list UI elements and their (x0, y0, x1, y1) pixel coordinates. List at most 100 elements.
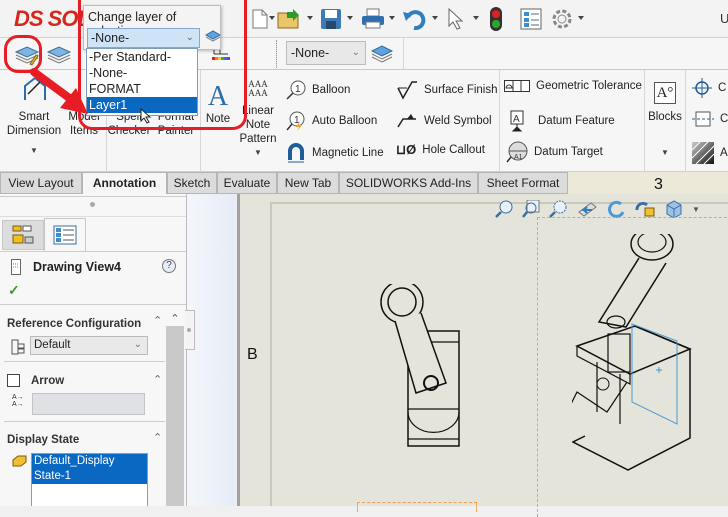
hide-show-items-icon[interactable] (634, 200, 656, 218)
file-properties-icon[interactable] (519, 6, 543, 32)
panel-title: Drawing View4 (33, 260, 121, 274)
arrow-label-icon: A→ A→ (12, 394, 24, 408)
hole-callout-label: Hole Callout (422, 144, 485, 156)
print-icon[interactable] (360, 6, 386, 32)
arrow-checkbox[interactable] (7, 374, 20, 387)
reference-configuration-select[interactable]: Default ⌄ (30, 336, 148, 355)
open-icon[interactable] (276, 6, 304, 32)
layer-select[interactable]: -None- ⌄ (286, 41, 366, 65)
datum-feature-icon: A (510, 110, 524, 132)
tab-new-tab[interactable]: New Tab (277, 172, 339, 194)
balloon-button[interactable]: 1 Balloon (286, 80, 350, 100)
smart-dimension-caret[interactable]: ▼ (4, 144, 64, 158)
feature-manager-tab[interactable] (2, 220, 44, 250)
open-dropdown-caret[interactable] (307, 16, 313, 20)
tab-sheet-format[interactable]: Sheet Format (478, 172, 568, 194)
splitter-handle[interactable] (185, 310, 195, 350)
panel-splitter[interactable] (185, 194, 236, 506)
section-reference-configuration: Reference Configuration (7, 318, 142, 330)
surface-finish-button[interactable]: Surface Finish (396, 80, 498, 100)
datum-feature-label: Datum Feature (538, 115, 615, 127)
help-icon[interactable]: ? (162, 259, 176, 273)
print-dropdown-caret[interactable] (389, 16, 395, 20)
layer-select-value: -None- (291, 46, 330, 60)
zoom-to-fit-icon[interactable] (495, 200, 513, 218)
collapse-arrow-icon[interactable]: ⌃ (153, 373, 162, 386)
ref-config-value: Default (34, 339, 71, 351)
save-dropdown-caret[interactable] (347, 16, 353, 20)
balloon-label: Balloon (312, 84, 351, 96)
weld-symbol-button[interactable]: Weld Symbol (396, 111, 492, 131)
select-dropdown-caret[interactable] (473, 16, 479, 20)
rebuild-traffic-light-icon[interactable] (488, 6, 504, 32)
collapse-ref-config-icon[interactable]: ⌃ (153, 314, 162, 327)
hole-callout-button[interactable]: ⊔Ø Hole Callout (396, 142, 485, 158)
rotate-view-icon[interactable] (607, 200, 625, 218)
tab-view-layout[interactable]: View Layout (0, 172, 82, 194)
zoom-to-selection-icon[interactable] (549, 200, 567, 218)
zoom-to-area-icon[interactable] (522, 200, 540, 218)
display-style-caret[interactable]: ▼ (692, 205, 700, 214)
layer-properties-icon[interactable] (46, 44, 72, 69)
panel-grip[interactable] (90, 202, 95, 207)
datum-feature-button[interactable]: A Datum Feature (508, 110, 615, 132)
geometric-tolerance-icon (504, 80, 530, 92)
tab-evaluate[interactable]: Evaluate (217, 172, 277, 194)
centerline-label: C (720, 113, 728, 125)
new-dropdown-caret[interactable] (269, 16, 275, 20)
display-state-list[interactable]: Default_Display State-1 (31, 453, 148, 506)
centerline-button[interactable]: C (692, 110, 728, 128)
blocks-button[interactable]: A° Blocks ▼ (647, 82, 683, 160)
tab-sketch[interactable]: Sketch (167, 172, 217, 194)
previous-view-icon[interactable] (576, 200, 598, 218)
datum-target-icon: A1 (506, 141, 528, 163)
display-style-icon[interactable] (665, 200, 683, 218)
tab-solidworks-add-ins[interactable]: SOLIDWORKS Add-Ins (339, 172, 478, 194)
center-mark-button[interactable]: C (692, 78, 726, 98)
datum-target-button[interactable]: A1 Datum Target (506, 141, 603, 163)
ok-checkmark-icon[interactable]: ✓ (8, 282, 20, 299)
blocks-label: Blocks (648, 111, 682, 123)
geometric-tolerance-button[interactable]: Geometric Tolerance (504, 80, 642, 92)
blocks-caret[interactable]: ▼ (647, 146, 683, 160)
display-state-icon (12, 454, 28, 471)
balloon-icon: 1 (286, 80, 306, 100)
layer-manager-icon[interactable] (370, 44, 394, 67)
undo-icon[interactable] (401, 6, 427, 32)
display-state-item[interactable]: Default_Display State-1 (32, 454, 147, 484)
centerline-icon (692, 111, 714, 127)
section-display-state: Display State (7, 434, 80, 446)
magnetic-line-label: Magnetic Line (312, 147, 384, 159)
tab-annotation[interactable]: Annotation (82, 172, 167, 194)
area-hatch-button[interactable]: A (692, 142, 728, 164)
magnetic-line-button[interactable]: Magnetic Line (286, 142, 384, 164)
heads-up-view-toolbar: ▼ (495, 200, 700, 218)
select-icon[interactable] (446, 6, 466, 32)
area-hatch-label: A (720, 147, 728, 159)
arrow-label-field[interactable] (32, 393, 145, 415)
drawing-view-boundary[interactable] (357, 502, 477, 512)
undo-dropdown-caret[interactable] (432, 16, 438, 20)
svg-text:1: 1 (295, 84, 301, 95)
front-view-drawing[interactable] (377, 284, 477, 454)
panel-scrollbar[interactable] (166, 312, 184, 506)
svg-text:A: A (513, 114, 520, 125)
linear-note-pattern-caret[interactable]: ▼ (236, 146, 280, 160)
drawing-view-icon (11, 259, 21, 278)
zone-label-row: B (247, 346, 258, 363)
center-mark-label: C (718, 82, 727, 94)
command-manager-tabs: View Layout Annotation Sketch Evaluate N… (0, 172, 728, 194)
chevron-down-icon: ⌄ (133, 339, 142, 350)
drawing-sheet[interactable]: B 3 ▼ (237, 176, 728, 517)
options-dropdown-caret[interactable] (578, 16, 584, 20)
options-gear-icon[interactable] (549, 6, 575, 32)
isometric-view-drawing[interactable] (572, 234, 728, 474)
blocks-icon: A° (654, 82, 676, 104)
new-document-icon[interactable] (250, 6, 270, 32)
property-manager-tab[interactable] (44, 218, 86, 252)
surface-finish-label: Surface Finish (424, 84, 498, 96)
scroll-up-icon[interactable]: ⌃ (166, 312, 184, 326)
collapse-display-state-icon[interactable]: ⌃ (153, 431, 162, 444)
auto-balloon-button[interactable]: 1 Auto Balloon (286, 111, 377, 131)
save-icon[interactable] (318, 6, 344, 32)
